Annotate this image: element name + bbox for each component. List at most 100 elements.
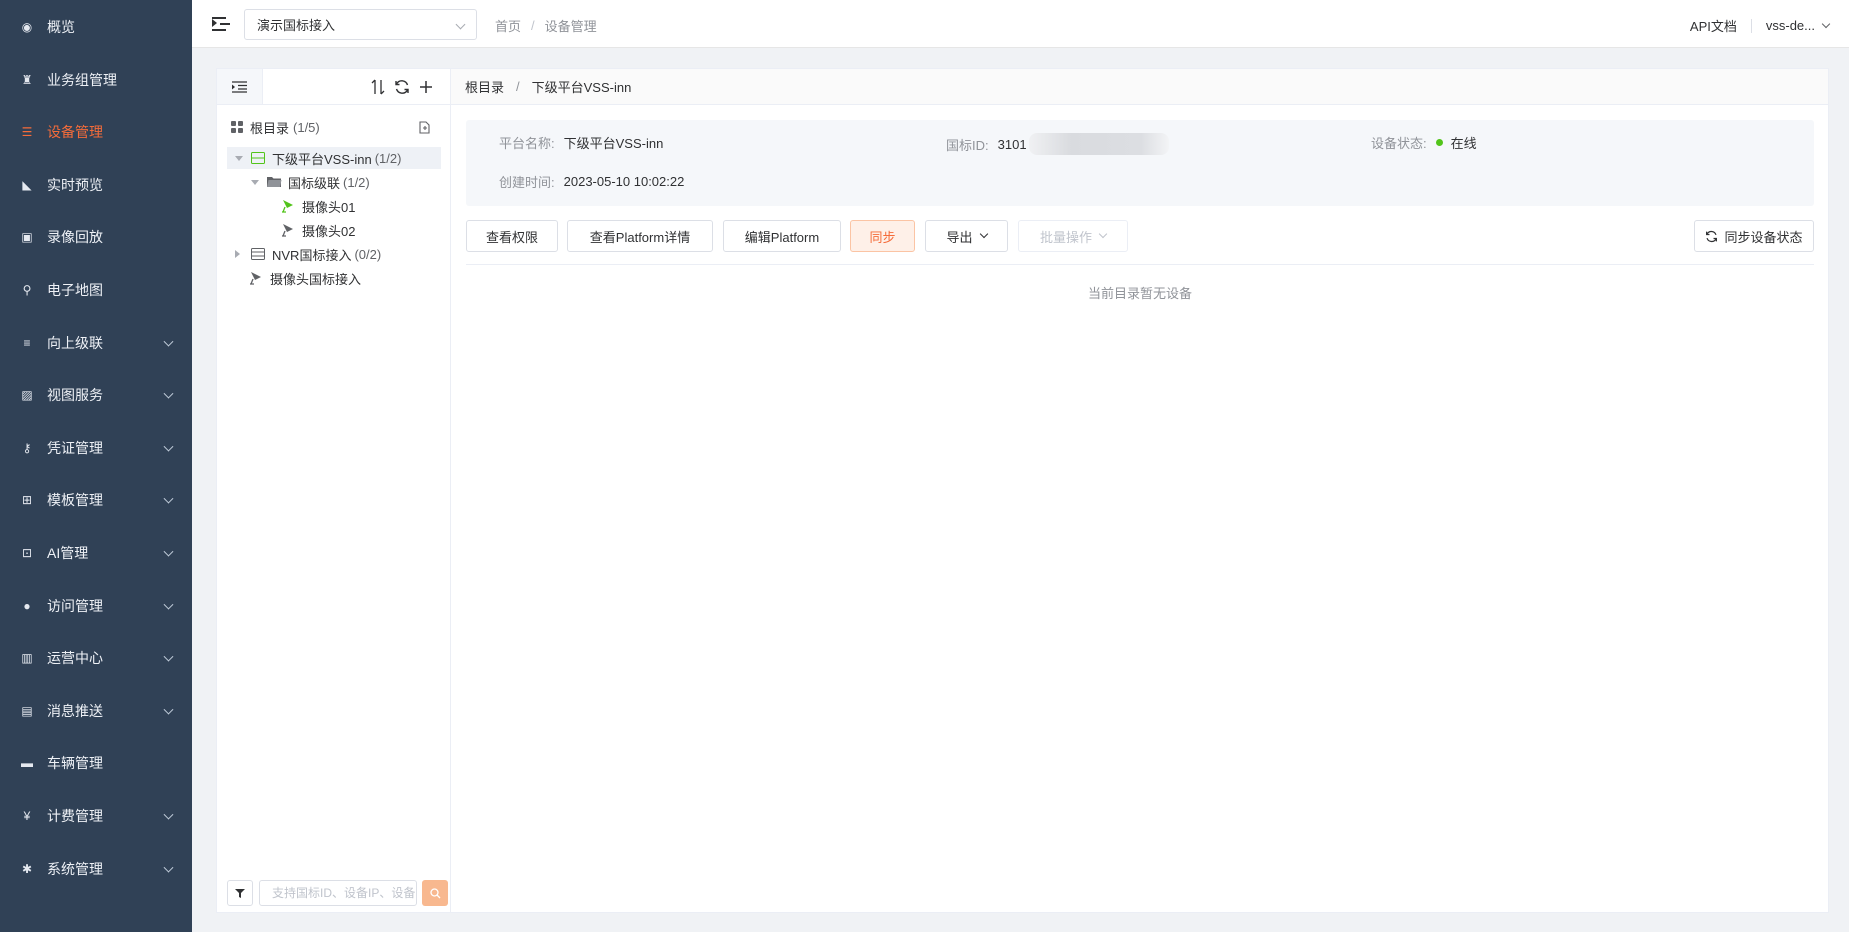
inbox-icon: ▤ bbox=[21, 703, 33, 718]
content-divider bbox=[466, 264, 1814, 265]
caret-down-icon[interactable] bbox=[235, 155, 243, 161]
tree-node-nvr[interactable]: NVR国标接入 (0/2) bbox=[235, 243, 381, 265]
sidebar-item-label: 运营中心 bbox=[47, 650, 103, 667]
device-list-icon: ☰ bbox=[21, 125, 33, 140]
sidebar-item-label: 车辆管理 bbox=[47, 755, 103, 772]
gear-icon: ✱ bbox=[21, 861, 33, 876]
sidebar-item-2[interactable]: ☰ 设备管理 bbox=[0, 106, 192, 158]
sidebar-item-3[interactable]: ◣ 实时预览 bbox=[0, 159, 192, 211]
export-dropdown[interactable]: 导出 bbox=[925, 220, 1008, 252]
copy-icon[interactable] bbox=[418, 121, 431, 134]
chevron-down-icon[interactable] bbox=[1821, 19, 1831, 28]
sync-device-status-label: 同步设备状态 bbox=[1724, 229, 1803, 245]
status-online-dot bbox=[1435, 138, 1443, 146]
platform-name-label: 平台名称: bbox=[499, 135, 555, 151]
sidebar-item-16[interactable]: ✱ 系统管理 bbox=[0, 843, 192, 895]
created-time-value: 2023-05-10 10:02:22 bbox=[563, 173, 685, 189]
sidebar-item-6[interactable]: ≡ 向上级联 bbox=[0, 317, 192, 369]
tree-node-label: 摄像头01 bbox=[302, 199, 356, 215]
content-breadcrumb: 根目录 / 下级平台VSS-inn bbox=[451, 69, 1828, 105]
main-card: 根目录 (1/5) 下级平台VSS-inn (1/2) 国标级联 (1/2) 摄… bbox=[216, 68, 1829, 913]
video-playback-icon: ▣ bbox=[21, 230, 33, 245]
tree-node-camera-02[interactable]: 摄像头02 bbox=[281, 219, 355, 241]
chevron-down-icon bbox=[163, 809, 174, 820]
chevron-down-icon bbox=[979, 229, 988, 239]
sidebar-item-5[interactable]: ⚲ 电子地图 bbox=[0, 264, 192, 316]
sidebar-item-13[interactable]: ▤ 消息推送 bbox=[0, 685, 192, 737]
camera-icon: ◣ bbox=[22, 177, 32, 192]
platform-name-value: 下级平台VSS-inn bbox=[563, 135, 664, 151]
search-button[interactable] bbox=[422, 880, 448, 906]
sidebar: ◉ 概览 ♜ 业务组管理 ☰ 设备管理 ◣ 实时预览 ▣ 录像回放 ⚲ 电子地图 ≡ 向上级联 ▨ 视图服务 ⚷… bbox=[0, 0, 192, 932]
sidebar-item-1[interactable]: ♜ 业务组管理 bbox=[0, 54, 192, 106]
sidebar-item-14[interactable]: ▬ 车辆管理 bbox=[0, 737, 192, 789]
breadcrumb-separator: / bbox=[531, 18, 535, 33]
sidebar-item-label: 系统管理 bbox=[47, 860, 103, 877]
indent-icon bbox=[232, 80, 247, 93]
tree-node-folder[interactable]: 国标级联 (1/2) bbox=[251, 171, 370, 193]
tree-search-input[interactable] bbox=[259, 880, 417, 906]
filter-button[interactable] bbox=[227, 880, 253, 906]
tree-root-label: 根目录 bbox=[250, 120, 290, 136]
key-icon: ⚷ bbox=[22, 440, 32, 455]
camera-icon bbox=[282, 224, 293, 237]
tree-node-count: (1/2) bbox=[343, 174, 370, 190]
sidebar-item-10[interactable]: ⊡ AI管理 bbox=[0, 527, 192, 579]
view-permission-button[interactable]: 查看权限 bbox=[466, 220, 558, 252]
status-row: 设备状态: 在线 bbox=[1371, 132, 1477, 152]
gb-id-value: 3101 bbox=[997, 136, 1027, 152]
batch-operation-dropdown: 批量操作 bbox=[1018, 220, 1128, 252]
cascade-icon: ≡ bbox=[23, 335, 31, 350]
sidebar-item-7[interactable]: ▨ 视图服务 bbox=[0, 369, 192, 421]
sidebar-item-label: 设备管理 bbox=[47, 124, 103, 141]
add-icon[interactable] bbox=[417, 78, 435, 96]
breadcrumb-separator: / bbox=[516, 79, 520, 94]
edit-platform-button[interactable]: 编辑Platform bbox=[723, 220, 841, 252]
tree-node-label: 下级平台VSS-inn bbox=[272, 151, 372, 167]
sidebar-item-12[interactable]: ▥ 运营中心 bbox=[0, 632, 192, 684]
sidebar-item-label: 消息推送 bbox=[47, 702, 103, 719]
tree-node-gb-camera[interactable]: 摄像头国标接入 bbox=[249, 267, 361, 289]
tree-toolbar bbox=[217, 69, 451, 105]
header-right: API文档 vss-de... bbox=[1690, 16, 1831, 35]
business-group-icon: ♜ bbox=[21, 72, 33, 87]
sidebar-item-4[interactable]: ▣ 录像回放 bbox=[0, 211, 192, 263]
image-icon: ▨ bbox=[21, 388, 33, 403]
refresh-icon[interactable] bbox=[393, 78, 411, 96]
status-value: 在线 bbox=[1450, 135, 1477, 151]
sidebar-item-label: 模板管理 bbox=[47, 492, 103, 509]
api-docs-link[interactable]: API文档 bbox=[1690, 16, 1737, 35]
sync-button[interactable]: 同步 bbox=[850, 220, 915, 252]
sync-device-status-button[interactable]: 同步设备状态 bbox=[1694, 220, 1814, 252]
template-icon: ⊞ bbox=[21, 493, 33, 508]
tree-search-bar bbox=[227, 880, 448, 908]
sort-icon[interactable] bbox=[369, 78, 387, 96]
tree-node-camera-01[interactable]: 摄像头01 bbox=[281, 195, 355, 217]
platform-icon bbox=[251, 152, 265, 164]
collapse-menu-icon[interactable] bbox=[212, 15, 230, 33]
user-menu[interactable]: vss-de... bbox=[1766, 18, 1815, 33]
map-pin-icon: ⚲ bbox=[22, 283, 32, 297]
platform-info-panel: 平台名称: 下级平台VSS-inn 国标ID: 3101 设备状态: 在线 创建… bbox=[466, 120, 1814, 206]
tree-root[interactable]: 根目录 (1/5) bbox=[231, 117, 441, 137]
chevron-down-icon bbox=[163, 546, 174, 557]
caret-right-icon[interactable] bbox=[235, 250, 240, 258]
chevron-down-icon bbox=[163, 599, 174, 610]
breadcrumb-home[interactable]: 首页 bbox=[495, 16, 521, 35]
sidebar-item-8[interactable]: ⚷ 凭证管理 bbox=[0, 422, 192, 474]
project-select[interactable]: 演示国标接入 bbox=[244, 9, 477, 40]
view-platform-detail-button[interactable]: 查看Platform详情 bbox=[567, 220, 713, 252]
content-breadcrumb-root[interactable]: 根目录 bbox=[465, 77, 504, 96]
sidebar-item-15[interactable]: ¥ 计费管理 bbox=[0, 790, 192, 842]
caret-down-icon[interactable] bbox=[251, 179, 259, 185]
gb-id-row: 国标ID: 3101 bbox=[946, 132, 1169, 156]
sidebar-item-0[interactable]: ◉ 概览 bbox=[0, 1, 192, 53]
tree-node-platform[interactable]: 下级平台VSS-inn (1/2) bbox=[227, 147, 441, 169]
chevron-down-icon bbox=[455, 19, 466, 30]
nvr-icon bbox=[251, 248, 265, 260]
indent-toggle-button[interactable] bbox=[217, 69, 263, 104]
sidebar-item-9[interactable]: ⊞ 模板管理 bbox=[0, 474, 192, 526]
project-select-value: 演示国标接入 bbox=[257, 18, 336, 33]
batch-operation-label: 批量操作 bbox=[1039, 229, 1092, 245]
sidebar-item-11[interactable]: ● 访问管理 bbox=[0, 580, 192, 632]
